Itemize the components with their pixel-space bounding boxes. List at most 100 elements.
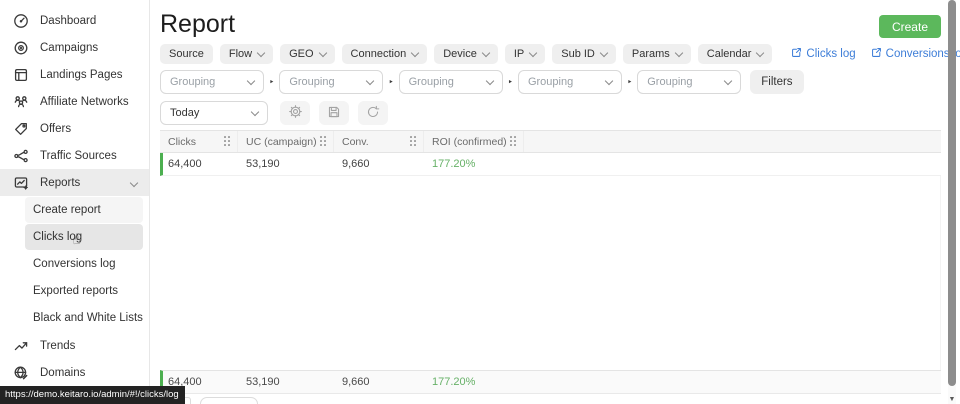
chip-label: Flow <box>229 48 252 60</box>
affiliate-networks-icon <box>12 93 29 110</box>
chevron-down-icon <box>131 177 137 189</box>
column-header-roi-confirmed[interactable]: ROI (confirmed) <box>424 131 524 152</box>
conversions-log-link[interactable]: Conversions log <box>871 47 960 61</box>
filter-chip-geo[interactable]: GEO <box>280 44 334 64</box>
external-link-icon <box>871 47 882 61</box>
chip-label: Source <box>169 48 204 60</box>
filter-chip-calendar[interactable]: Calendar <box>698 44 773 64</box>
filter-chip-params[interactable]: Params <box>623 44 691 64</box>
sidebar-subitem-exported-reports[interactable]: Exported reports <box>25 278 143 304</box>
page-title: Report <box>160 10 235 39</box>
select-value: Today <box>170 107 199 119</box>
chip-label: GEO <box>289 48 313 60</box>
column-header-clicks[interactable]: Clicks <box>160 131 238 152</box>
drag-handle-icon[interactable] <box>320 136 326 147</box>
select-placeholder: Grouping <box>409 76 454 88</box>
sidebar-item-affiliate-networks[interactable]: Affiliate Networks <box>0 88 149 115</box>
landings-pages-icon <box>12 66 29 83</box>
grouping-select-1[interactable]: Grouping <box>160 70 264 94</box>
sidebar-subitem-clicks-log[interactable]: Clicks log <box>25 224 143 250</box>
select-placeholder: Grouping <box>289 76 334 88</box>
scrollbar-down-arrow[interactable]: ▼ <box>948 396 956 403</box>
table-row[interactable]: 64,400 53,190 9,660 177.20% <box>160 153 941 176</box>
sidebar-subitem-conversions-log[interactable]: Conversions log <box>25 251 143 277</box>
sidebar-item-reports[interactable]: Reports <box>0 169 149 196</box>
cell-uc-campaign: 53,190 <box>241 158 337 170</box>
page-size-select[interactable] <box>200 397 258 404</box>
trends-icon <box>12 337 29 354</box>
campaigns-icon <box>12 39 29 56</box>
filters-button[interactable]: Filters <box>750 70 803 94</box>
main-content: Report Create Source Flow GEO Connection… <box>150 0 960 404</box>
sidebar-item-dashboard[interactable]: Dashboard <box>0 7 149 34</box>
sidebar-subitem-label: Exported reports <box>33 285 118 297</box>
grouping-separator: ‣ <box>388 77 393 88</box>
dashboard-icon <box>12 12 29 29</box>
column-header-uc-campaign[interactable]: UC (campaign) <box>238 131 334 152</box>
drag-handle-icon[interactable] <box>510 136 516 147</box>
chevron-down-icon <box>366 76 374 84</box>
sidebar-item-trends[interactable]: Trends <box>0 332 149 359</box>
sidebar-item-offers[interactable]: Offers <box>0 115 149 142</box>
date-range-select[interactable]: Today <box>160 101 268 125</box>
traffic-sources-icon <box>12 147 29 164</box>
column-label: UC (campaign) <box>246 136 317 148</box>
external-link-icon <box>791 47 802 61</box>
drag-handle-icon[interactable] <box>224 136 230 147</box>
grouping-select-3[interactable]: Grouping <box>399 70 503 94</box>
controls-row: Today <box>160 101 388 125</box>
sidebar-item-landings-pages[interactable]: Landings Pages <box>0 61 149 88</box>
summary-conv: 9,660 <box>337 376 427 388</box>
filter-chip-ip[interactable]: IP <box>505 44 545 64</box>
column-label: Clicks <box>168 136 196 148</box>
settings-button[interactable] <box>280 101 310 125</box>
filter-chip-source[interactable]: Source <box>160 44 213 64</box>
refresh-button[interactable] <box>358 101 388 125</box>
sidebar: Dashboard Campaigns Landings Pages Affil… <box>0 0 150 404</box>
cell-conv: 9,660 <box>337 158 427 170</box>
browser-status-url: https://demo.keitaro.io/admin/#!/clicks/… <box>0 386 185 404</box>
chevron-down-icon <box>251 107 259 115</box>
select-placeholder: Grouping <box>647 76 692 88</box>
filter-chip-device[interactable]: Device <box>434 44 498 64</box>
cell-clicks: 64,400 <box>163 158 241 170</box>
save-report-button[interactable] <box>319 101 349 125</box>
scrollbar-thumb[interactable] <box>948 0 956 386</box>
select-placeholder: Grouping <box>170 76 215 88</box>
chevron-down-icon <box>756 48 764 56</box>
grouping-select-2[interactable]: Grouping <box>279 70 383 94</box>
sidebar-item-label: Affiliate Networks <box>40 96 129 108</box>
table-header: Clicks UC (campaign) Conv. ROI (confirme… <box>160 130 941 153</box>
chevron-down-icon <box>600 48 608 56</box>
grouping-separator: ‣ <box>627 77 632 88</box>
sidebar-item-label: Campaigns <box>40 42 98 54</box>
clicks-log-link[interactable]: Clicks log <box>791 47 855 61</box>
sidebar-item-domains[interactable]: Domains <box>0 359 149 386</box>
filter-chip-connection[interactable]: Connection <box>342 44 428 64</box>
drag-handle-icon[interactable] <box>410 136 416 147</box>
chevron-down-icon <box>411 48 419 56</box>
domains-icon <box>12 364 29 381</box>
sidebar-item-campaigns[interactable]: Campaigns <box>0 34 149 61</box>
create-button[interactable]: Create <box>879 15 941 38</box>
chip-label: IP <box>514 48 524 60</box>
filter-chip-flow[interactable]: Flow <box>220 44 273 64</box>
report-table: Clicks UC (campaign) Conv. ROI (confirme… <box>160 130 941 404</box>
cell-roi: 177.20% <box>427 158 527 170</box>
sidebar-subitem-black-white-lists[interactable]: Black and White Lists <box>25 305 143 331</box>
vertical-scrollbar[interactable]: ▼ <box>948 0 956 404</box>
chip-label: Params <box>632 48 670 60</box>
filter-chip-sub-id[interactable]: Sub ID <box>552 44 616 64</box>
sidebar-item-label: Landings Pages <box>40 69 122 81</box>
grouping-select-5[interactable]: Grouping <box>637 70 741 94</box>
sidebar-subitem-create-report[interactable]: Create report <box>25 197 143 223</box>
chevron-down-icon <box>318 48 326 56</box>
sidebar-item-label: Dashboard <box>40 15 96 27</box>
column-header-conv[interactable]: Conv. <box>334 131 424 152</box>
sidebar-item-label: Offers <box>40 123 71 135</box>
chip-label: Sub ID <box>561 48 595 60</box>
pagination-row <box>160 397 941 404</box>
sidebar-item-traffic-sources[interactable]: Traffic Sources <box>0 142 149 169</box>
refresh-icon <box>366 105 380 122</box>
grouping-select-4[interactable]: Grouping <box>518 70 622 94</box>
